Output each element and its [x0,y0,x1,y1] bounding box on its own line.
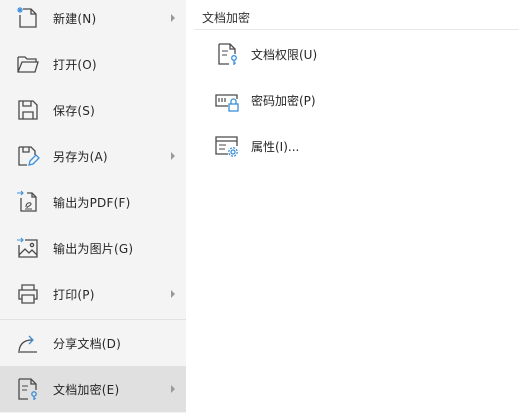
document-encrypt-submenu: 文档加密 文档权限(U) 密码加密(P) 属性(I)... [186,0,521,413]
chevron-right-icon [170,152,176,160]
file-menu: 新建(N) 打开(O) 保存(S) 另存为(A) 输出为PDF(F) 输出为图片… [0,0,186,413]
properties-icon [214,133,240,159]
document-permission-icon [214,41,240,67]
submenu-divider [194,29,519,30]
menu-item-print[interactable]: 打印(P) [0,271,186,317]
export-pdf-icon [16,190,40,214]
menu-item-label: 文档加密(E) [53,382,120,397]
menu-item-label: 分享文档(D) [53,336,122,351]
menu-item-save[interactable]: 保存(S) [0,87,186,133]
printer-icon [16,282,40,306]
menu-item-label: 打印(P) [53,287,95,302]
chevron-right-icon [170,385,176,393]
submenu-item-password-encrypt[interactable]: 密码加密(P) [202,80,502,120]
document-encrypt-icon [16,377,40,401]
menu-item-new[interactable]: 新建(N) [0,0,186,41]
submenu-item-document-permission[interactable]: 文档权限(U) [202,34,502,74]
chevron-right-icon [170,290,176,298]
menu-item-label: 输出为PDF(F) [53,195,131,210]
save-icon [16,98,40,122]
share-icon [16,331,40,355]
menu-item-label: 新建(N) [53,11,97,26]
menu-item-open[interactable]: 打开(O) [0,41,186,87]
submenu-item-label: 文档权限(U) [251,47,318,62]
save-as-icon [16,144,40,168]
menu-item-label: 另存为(A) [53,149,108,164]
menu-item-label: 输出为图片(G) [53,241,134,256]
menu-item-save-as[interactable]: 另存为(A) [0,133,186,179]
new-document-icon [16,6,40,30]
menu-item-label: 保存(S) [53,103,95,118]
password-lock-icon [214,87,240,113]
submenu-item-label: 属性(I)... [251,139,300,154]
submenu-title: 文档加密 [202,11,251,25]
submenu-item-label: 密码加密(P) [251,93,316,108]
folder-open-icon [16,52,40,76]
menu-item-export-pdf[interactable]: 输出为PDF(F) [0,179,186,225]
export-image-icon [16,236,40,260]
submenu-item-properties[interactable]: 属性(I)... [202,126,502,166]
menu-item-label: 打开(O) [53,57,97,72]
chevron-right-icon [170,14,176,22]
menu-item-share[interactable]: 分享文档(D) [0,320,186,366]
menu-item-export-image[interactable]: 输出为图片(G) [0,225,186,271]
menu-item-document-encrypt[interactable]: 文档加密(E) [0,366,186,412]
